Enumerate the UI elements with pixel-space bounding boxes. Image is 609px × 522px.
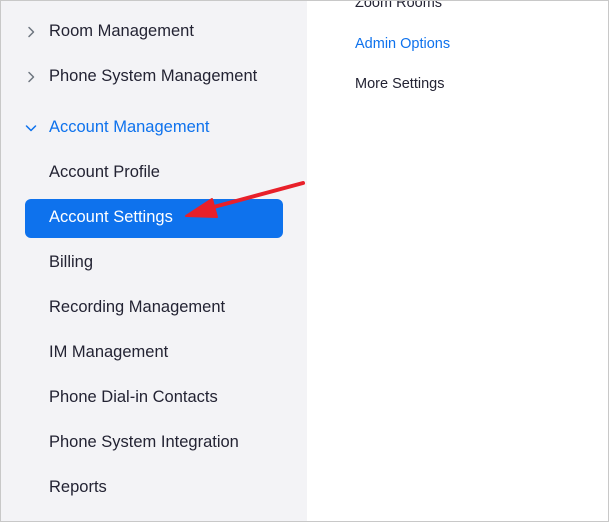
admin-options-link[interactable]: Admin Options (355, 36, 450, 52)
sidebar-item-account-settings[interactable]: Account Settings (1, 198, 307, 238)
sidebar-item-label: IM Management (49, 343, 169, 361)
settings-content: Zoom Rooms Admin Options More Settings (307, 1, 608, 521)
sidebar-item-account-management[interactable]: Account Management (1, 108, 307, 148)
sidebar-item-label: Reports (49, 478, 107, 496)
sidebar-item-label: Account Settings (49, 208, 173, 226)
chevron-right-icon (28, 71, 35, 83)
sidebar-item-recording-management[interactable]: Recording Management (1, 288, 307, 328)
sidebar-item-label: Account Profile (49, 163, 160, 181)
sidebar-item-room-management[interactable]: Room Management (1, 12, 307, 52)
zoom-rooms-link[interactable]: Zoom Rooms (355, 1, 442, 11)
sidebar-item-phone-system-integration[interactable]: Phone System Integration (1, 423, 307, 463)
sidebar-item-label: Billing (49, 253, 94, 271)
sidebar-item-label: Phone System Integration (49, 433, 239, 451)
sidebar-item-account-profile[interactable]: Account Profile (1, 153, 307, 193)
sidebar-item-label: Room Management (49, 22, 194, 40)
sidebar-item-phone-system-management[interactable]: Phone System Management (1, 57, 307, 97)
sidebar-item-reports[interactable]: Reports (1, 468, 307, 508)
chevron-right-icon (28, 26, 35, 38)
chevron-down-icon (25, 125, 37, 132)
sidebar-item-im-management[interactable]: IM Management (1, 333, 307, 373)
sidebar-item-label: Account Management (49, 118, 210, 136)
sidebar-item-phone-dial-in-contacts[interactable]: Phone Dial-in Contacts (1, 378, 307, 418)
sidebar-item-label: Recording Management (49, 298, 226, 316)
sidebar-item-label: Phone Dial-in Contacts (49, 388, 218, 406)
more-settings-link[interactable]: More Settings (355, 76, 444, 92)
sidebar-item-label: Phone System Management (49, 67, 258, 85)
sidebar: Room Management Phone System Management … (1, 1, 307, 521)
app-frame: Room Management Phone System Management … (0, 0, 609, 522)
sidebar-item-billing[interactable]: Billing (1, 243, 307, 283)
